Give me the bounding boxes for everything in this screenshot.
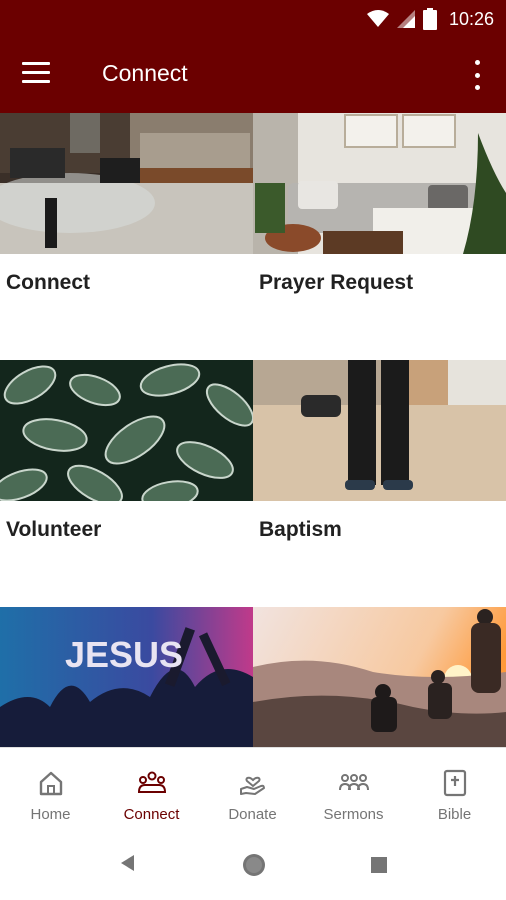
people-icon — [137, 771, 166, 793]
menu-icon[interactable] — [22, 62, 54, 88]
tile-connect-label: Connect — [6, 271, 90, 294]
tile-volunteer-label: Volunteer — [6, 518, 102, 541]
tile-sunset[interactable] — [253, 607, 506, 747]
nav-bible-label: Bible — [437, 806, 472, 823]
tile-prayer-request[interactable]: Prayer Request — [253, 113, 506, 360]
worship-text-graphic: JESUS — [65, 634, 183, 675]
nav-donate[interactable]: Donate — [202, 748, 303, 834]
home-circle-icon[interactable] — [241, 852, 267, 878]
connect-grid: Connect Prayer Request Volunteer Baptism… — [0, 113, 506, 747]
nav-sermons[interactable]: Sermons — [303, 748, 404, 834]
nav-sermons-label: Sermons — [323, 806, 384, 823]
status-icons: 10:26 — [366, 8, 494, 30]
tile-prayer-request-image — [253, 113, 506, 254]
wifi-icon — [366, 10, 389, 27]
nav-home[interactable]: Home — [0, 748, 101, 834]
nav-bible[interactable]: Bible — [404, 748, 505, 834]
donate-hand-heart-icon — [239, 776, 265, 795]
more-options-icon[interactable] — [470, 60, 484, 90]
nav-connect-label: Connect — [123, 806, 180, 823]
battery-icon — [422, 8, 437, 30]
tile-prayer-request-label: Prayer Request — [259, 271, 414, 294]
system-nav-bar — [0, 833, 506, 900]
signal-icon — [396, 10, 415, 28]
status-time: 10:26 — [448, 8, 494, 29]
nav-donate-label: Donate — [228, 806, 277, 823]
tile-sunset-image — [253, 607, 506, 747]
tile-baptism-label: Baptism — [259, 518, 342, 541]
tile-volunteer-image — [0, 360, 253, 501]
recents-icon[interactable] — [370, 856, 388, 874]
tile-worship[interactable]: JESUS — [0, 607, 253, 747]
nav-home-label: Home — [30, 806, 71, 823]
tile-volunteer[interactable]: Volunteer — [0, 360, 253, 607]
tile-connect-image — [0, 113, 253, 254]
page-title: Connect — [102, 60, 188, 86]
status-bar: 10:26 — [0, 0, 506, 38]
group-icon — [338, 774, 369, 791]
tile-worship-image: JESUS — [0, 607, 253, 747]
tile-connect[interactable]: Connect — [0, 113, 253, 360]
tile-baptism[interactable]: Baptism — [253, 360, 506, 607]
home-icon — [39, 771, 62, 796]
bottom-nav: Home Connect Donate Sermons Bible — [0, 747, 506, 833]
bible-icon — [443, 769, 466, 797]
tile-baptism-image — [253, 360, 506, 501]
back-icon[interactable] — [118, 853, 138, 873]
app-bar: Connect — [0, 38, 506, 113]
nav-connect[interactable]: Connect — [101, 748, 202, 834]
app-screen: 10:26 Connect Connect Prayer Request Vol… — [0, 0, 506, 900]
